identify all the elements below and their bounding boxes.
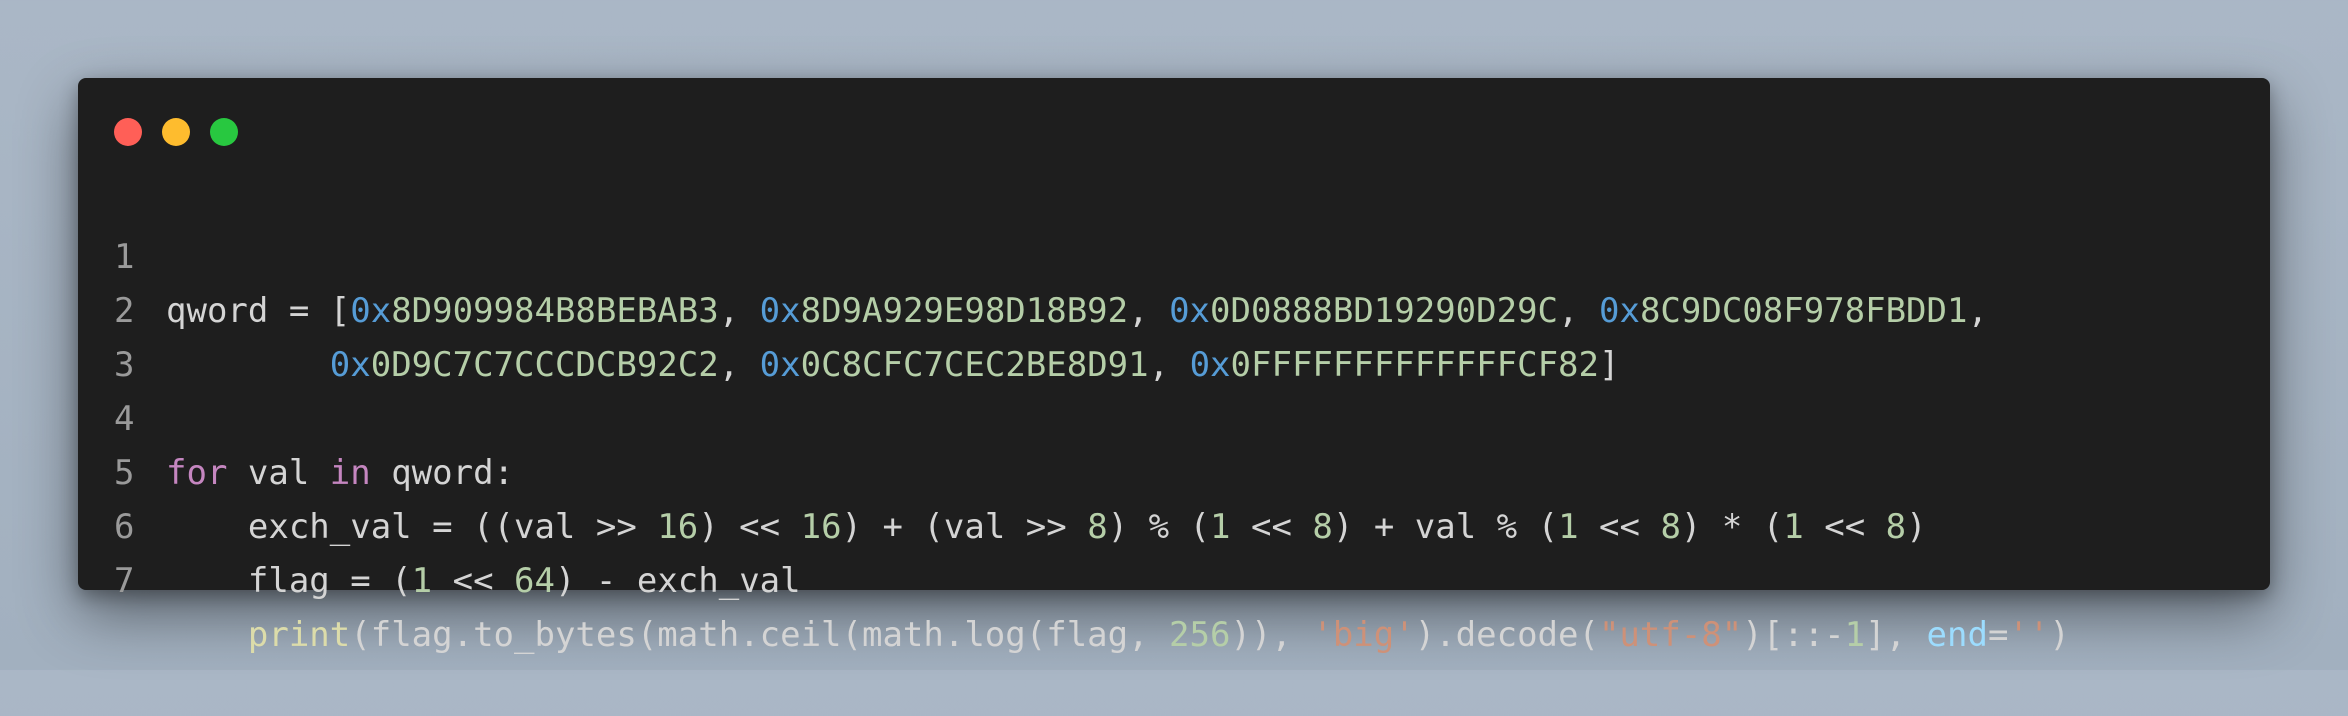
code-text: ).decode( — [1414, 615, 1599, 655]
code-block: 1 qword = [0x8D909984B8BEBAB3, 0x8D9A929… — [78, 176, 2270, 655]
code-line: 4 for val in qword: — [78, 338, 2270, 493]
code-line: 6 flag = (1 << 64) - exch_val — [78, 446, 2270, 601]
window-controls — [114, 118, 238, 146]
string-token: 'big' — [1312, 615, 1415, 655]
code-line: 3 — [78, 284, 2270, 385]
code-text: ], — [1865, 615, 1927, 655]
parameter-token: end — [1926, 615, 1988, 655]
line-code: print(flag.to_bytes(math.ceil(math.log(f… — [166, 608, 2070, 662]
code-line: 5 exch_val = ((val >> 16) << 16) + (val … — [78, 392, 2270, 547]
function-token: print — [247, 615, 351, 655]
close-button[interactable] — [114, 118, 142, 146]
number-token: 64 — [514, 561, 555, 601]
code-line: 2 0x0D9C7C7CCCDCB92C2, 0x0C8CFC7CEC2BE8D… — [78, 230, 2270, 385]
maximize-button[interactable] — [210, 118, 238, 146]
code-text: ) - exch_val — [554, 561, 801, 601]
code-line: 1 qword = [0x8D909984B8BEBAB3, 0x8D9A929… — [78, 176, 2270, 331]
code-text: ) — [2049, 615, 2070, 655]
number-token: 256 — [1169, 615, 1231, 655]
number-token: 1 — [411, 561, 433, 601]
number-token: 1 — [1844, 615, 1866, 655]
line-number: 7 — [114, 561, 135, 601]
string-token: "utf-8" — [1598, 615, 1743, 655]
code-text: flag = ( — [166, 561, 412, 601]
code-line: 7 print(flag.to_bytes(math.ceil(math.log… — [78, 500, 2270, 655]
minimize-button[interactable] — [162, 118, 190, 146]
code-window: 1 qword = [0x8D909984B8BEBAB3, 0x8D9A929… — [78, 78, 2270, 655]
code-text: (flag.to_bytes(math.ceil(math.log(flag, — [350, 615, 1170, 655]
string-token: '' — [2008, 615, 2050, 655]
code-text: << — [432, 561, 515, 601]
code-text: = — [1987, 615, 2009, 655]
line-code: flag = (1 << 64) - exch_val — [166, 554, 801, 608]
code-text: )), — [1230, 615, 1313, 655]
code-text: )[::- — [1742, 615, 1845, 655]
